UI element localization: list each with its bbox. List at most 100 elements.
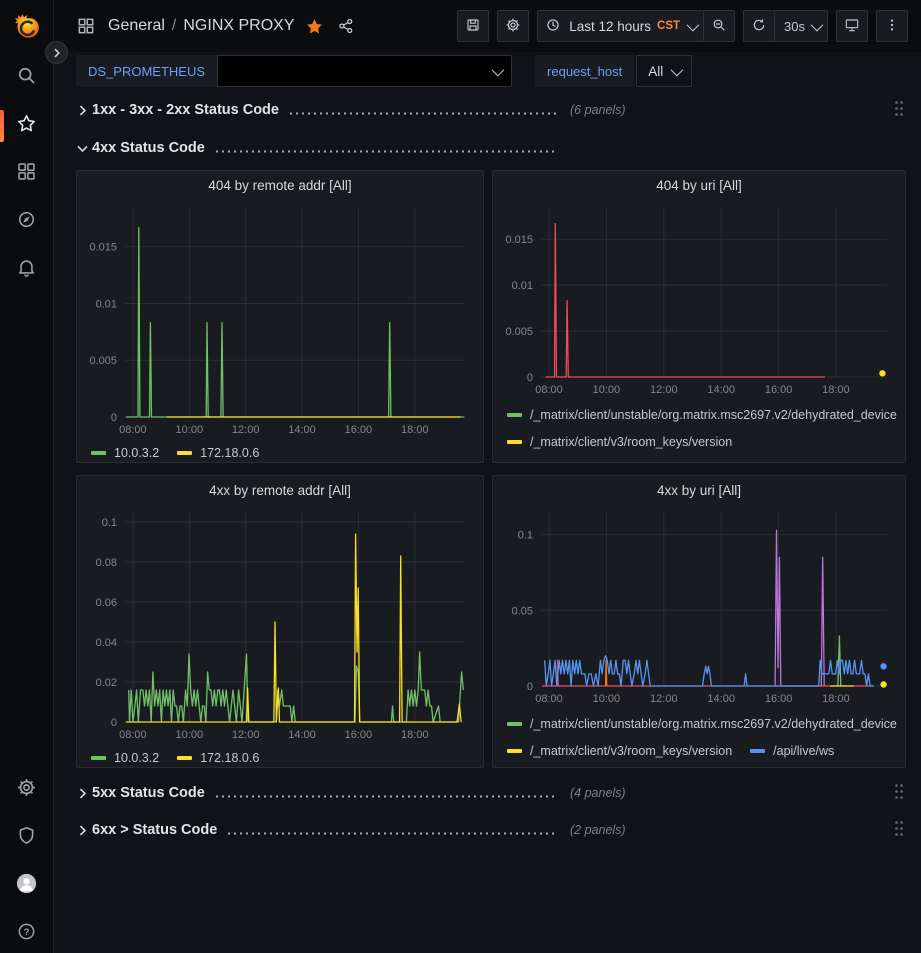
row-leader-dots — [214, 150, 558, 153]
more-options-button[interactable] — [876, 10, 908, 42]
kebab-menu-icon — [884, 17, 900, 36]
svg-text:0.08: 0.08 — [96, 557, 117, 569]
legend-row: /_matrix/client/unstable/org.matrix.msc2… — [507, 401, 905, 428]
chart-legend: /_matrix/client/unstable/org.matrix.msc2… — [493, 399, 905, 462]
row-drag-handle[interactable] — [894, 820, 904, 842]
grafana-logo[interactable] — [9, 8, 45, 44]
sidebar-item-configuration[interactable] — [0, 778, 54, 802]
request-host-variable-label: request_host — [535, 55, 634, 87]
legend-item[interactable]: 172.18.0.6 — [177, 446, 259, 460]
legend-swatch — [507, 440, 522, 444]
sidebar-item-user-profile[interactable] — [0, 874, 54, 898]
svg-text:18:00: 18:00 — [822, 384, 850, 396]
legend-item[interactable]: 172.18.0.6 — [177, 751, 259, 765]
legend-item[interactable]: 10.0.3.2 — [91, 751, 159, 765]
dashboard-row-1xx-3xx-2xx[interactable]: 1xx - 3xx - 2xx Status Code (6 panels) — [76, 96, 906, 124]
chart-legend: 10.0.3.2 172.18.0.6 — [77, 744, 483, 767]
clock-icon — [545, 17, 561, 36]
chart-4xx-by-remote-addr[interactable]: 00.020.040.060.080.108:0010:0012:0014:00… — [81, 506, 477, 744]
legend-label: /_matrix/client/unstable/org.matrix.msc2… — [530, 408, 897, 422]
save-dashboard-button[interactable] — [457, 10, 489, 42]
sidebar-expand-button[interactable] — [45, 41, 68, 64]
datasource-select[interactable] — [217, 55, 512, 87]
legend-row: /_matrix/client/v3/room_keys/version/api… — [507, 737, 905, 764]
dashboard-row-5xx[interactable]: 5xx Status Code (4 panels) — [76, 779, 906, 807]
chevron-right-icon — [76, 787, 92, 800]
svg-text:10:00: 10:00 — [176, 729, 204, 741]
svg-text:0.1: 0.1 — [102, 517, 117, 529]
favorite-star-icon[interactable] — [305, 17, 324, 36]
gear-icon — [16, 777, 37, 803]
apps-grid-icon[interactable] — [76, 16, 96, 36]
request-host-select[interactable]: All — [636, 55, 692, 87]
sidebar-item-explore[interactable] — [0, 210, 54, 234]
svg-text:10:00: 10:00 — [593, 693, 621, 705]
svg-text:12:00: 12:00 — [650, 384, 678, 396]
avatar — [16, 873, 37, 899]
share-icon[interactable] — [337, 17, 355, 35]
row-drag-handle[interactable] — [894, 100, 904, 122]
time-range-picker[interactable]: Last 12 hours CST — [537, 10, 704, 42]
svg-text:0.005: 0.005 — [505, 326, 533, 338]
zoom-out-time-button[interactable] — [703, 10, 735, 42]
legend-swatch — [91, 756, 106, 760]
sidebar-item-help[interactable]: ? — [0, 922, 54, 946]
legend-item[interactable]: /_matrix/client/v3/room_keys/version — [507, 744, 732, 758]
chart-4xx-by-uri[interactable]: 00.050.108:0010:0012:0014:0016:0018:00 — [497, 506, 899, 708]
sidebar-item-search[interactable] — [0, 66, 54, 90]
legend-label: 10.0.3.2 — [114, 751, 159, 765]
panel-title[interactable]: 4xx by uri [All] — [493, 476, 905, 506]
panel-title[interactable]: 404 by remote addr [All] — [77, 171, 483, 201]
svg-text:08:00: 08:00 — [535, 384, 563, 396]
chevron-down-icon — [492, 63, 505, 76]
dashboard-header: General / NGINX PROXY Last 12 hours CST — [54, 0, 921, 52]
legend-item[interactable]: /_matrix/client/unstable/org.matrix.msc2… — [507, 462, 897, 463]
svg-text:0.06: 0.06 — [96, 597, 117, 609]
chart-404-by-remote-addr[interactable]: 00.0050.010.01508:0010:0012:0014:0016:00… — [81, 201, 477, 439]
refresh-button[interactable] — [743, 10, 775, 42]
row-title[interactable]: 1xx - 3xx - 2xx Status Code — [92, 102, 279, 118]
legend-item[interactable]: /_matrix/client/v3/room_keys/version — [507, 435, 732, 449]
panel-title[interactable]: 4xx by remote addr [All] — [77, 476, 483, 506]
dashboard-row-6xx[interactable]: 6xx > Status Code (2 panels) — [76, 816, 906, 844]
dashboard-settings-button[interactable] — [497, 10, 529, 42]
legend-item[interactable]: /_matrix/client/unstable/org.matrix.msc2… — [507, 717, 897, 731]
legend-item[interactable]: /_matrix/client/unstable/org.matrix.msc2… — [507, 408, 897, 422]
row-title[interactable]: 5xx Status Code — [92, 785, 205, 801]
svg-text:16:00: 16:00 — [345, 729, 373, 741]
save-icon — [465, 17, 481, 36]
panel-title[interactable]: 404 by uri [All] — [493, 171, 905, 201]
refresh-interval-dropdown[interactable]: 30s — [774, 10, 828, 42]
row-title[interactable]: 6xx > Status Code — [92, 822, 217, 838]
legend-label: 172.18.0.6 — [200, 751, 259, 765]
help-icon: ? — [16, 921, 37, 947]
panel-4xx-by-uri: 4xx by uri [All] 00.050.108:0010:0012:00… — [492, 475, 906, 768]
svg-text:16:00: 16:00 — [765, 693, 793, 705]
sidebar-item-alerting[interactable] — [0, 258, 54, 282]
svg-text:0.1: 0.1 — [518, 530, 533, 542]
sidebar-item-server-admin[interactable] — [0, 826, 54, 850]
legend-item[interactable]: 10.0.3.2 — [91, 446, 159, 460]
chevron-right-icon — [76, 824, 92, 837]
sidebar-item-dashboards[interactable] — [0, 162, 54, 186]
dashboard-row-4xx[interactable]: 4xx Status Code — [76, 134, 906, 162]
request-host-value: All — [648, 64, 663, 79]
svg-text:12:00: 12:00 — [650, 693, 678, 705]
cycle-view-mode-button[interactable] — [836, 10, 868, 42]
sidebar-item-starred[interactable] — [0, 114, 54, 138]
breadcrumb-folder[interactable]: General — [108, 17, 165, 35]
legend-label: 10.0.3.2 — [114, 446, 159, 460]
chart-404-by-uri[interactable]: 00.0050.010.01508:0010:0012:0014:0016:00… — [497, 201, 899, 399]
row-drag-handle[interactable] — [894, 783, 904, 805]
row-title[interactable]: 4xx Status Code — [92, 140, 205, 156]
legend-row: /_matrix/client/v3/room_keys/version — [507, 428, 905, 455]
svg-text:0: 0 — [527, 372, 533, 384]
svg-text:14:00: 14:00 — [288, 729, 316, 741]
zoom-out-icon — [711, 17, 727, 36]
legend-item[interactable]: /api/live/ws — [750, 744, 834, 758]
breadcrumb-dashboard-title[interactable]: NGINX PROXY — [183, 17, 294, 35]
svg-text:14:00: 14:00 — [707, 384, 735, 396]
row-leader-dots — [214, 795, 558, 798]
panel-404-by-uri: 404 by uri [All] 00.0050.010.01508:0010:… — [492, 170, 906, 463]
monitor-icon — [844, 17, 860, 36]
